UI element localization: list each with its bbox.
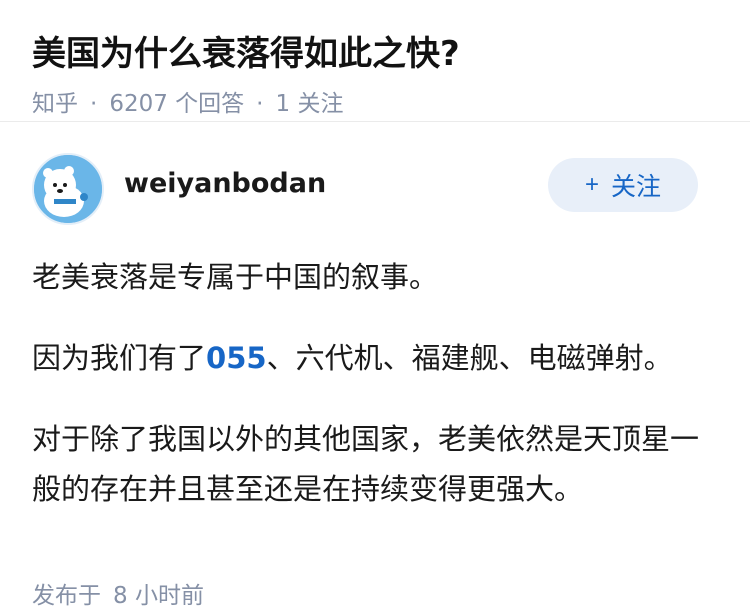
post-time-label: 发布于 [32, 583, 101, 609]
plus-icon: + [584, 171, 599, 198]
question-meta: 知乎 · 6207 个回答 · 1 关注 [32, 88, 718, 120]
author-row: weiyanbodan + 关注 [32, 153, 718, 225]
answer-card: weiyanbodan + 关注 老美衰落是专属于中国的叙事。 因为我们有了05… [0, 153, 750, 514]
question-header: 美国为什么衰落得如此之快? 知乎 · 6207 个回答 · 1 关注 [0, 0, 750, 121]
answer-count-unit: 个回答 [175, 91, 245, 117]
follow-count: 1 [275, 91, 291, 117]
separator-dot: · [256, 91, 264, 117]
follow-button-label: 关注 [611, 173, 662, 201]
answer-paragraph: 因为我们有了055、六代机、福建舰、电磁弹射。 [32, 333, 718, 383]
question-title[interactable]: 美国为什么衰落得如此之快? [32, 30, 718, 78]
source-label[interactable]: 知乎 [32, 91, 78, 117]
post-time: 发布于 8 小时前 [32, 580, 204, 612]
header-divider [0, 121, 750, 122]
avatar[interactable] [32, 153, 104, 225]
post-time-value: 8 小时前 [113, 583, 204, 609]
topic-link-055[interactable]: 055 [206, 341, 267, 375]
paragraph-text: 、六代机、福建舰、电磁弹射。 [266, 341, 673, 375]
follow-button[interactable]: + 关注 [548, 158, 698, 212]
answer-content: 老美衰落是专属于中国的叙事。 因为我们有了055、六代机、福建舰、电磁弹射。 对… [32, 252, 718, 514]
answer-paragraph: 老美衰落是专属于中国的叙事。 [32, 260, 439, 294]
answer-count: 6207 [109, 91, 168, 117]
answer-paragraph: 对于除了我国以外的其他国家，老美依然是天顶星一般的存在并且甚至还是在持续变得更强… [32, 422, 700, 506]
follow-count-label: 关注 [297, 91, 344, 117]
paragraph-text: 因为我们有了 [32, 341, 207, 375]
white-bear-avatar-icon [34, 155, 102, 223]
separator-dot: · [90, 91, 98, 117]
author-name[interactable]: weiyanbodan [124, 168, 326, 199]
